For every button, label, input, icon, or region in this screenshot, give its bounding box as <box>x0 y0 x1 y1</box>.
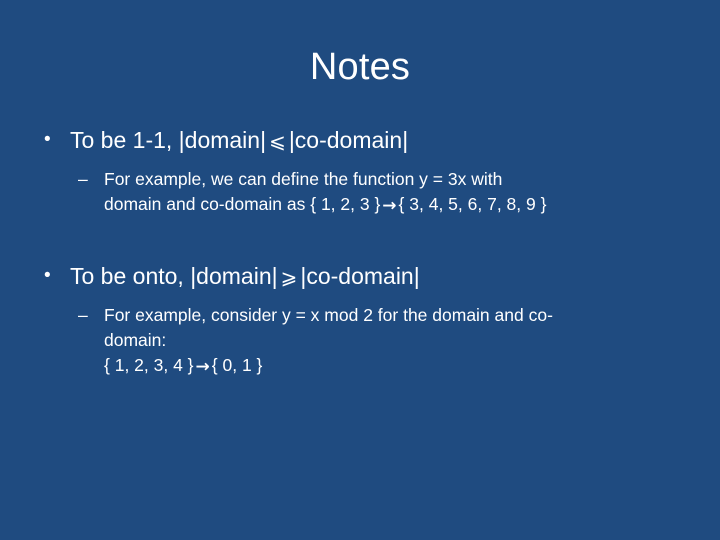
sub-bullet-line-3-before-arrow: { 1, 2, 3, 4 } <box>104 355 194 375</box>
sub-bullet-line-3-after-arrow: { 0, 1 } <box>211 355 263 375</box>
right-arrow-icon: → <box>382 196 397 216</box>
bullet-dot-icon: • <box>44 129 51 150</box>
bullet-text-part2: |co-domain| <box>300 263 420 289</box>
bullet-level1-to-be-1-1: • To be 1-1, |domain| ⩽ |co-domain| <box>30 124 695 157</box>
sub-bullet-line-2-before-arrow: domain and co-domain as { 1, 2, 3 } <box>104 194 381 214</box>
bullet-dot-icon: • <box>44 265 51 286</box>
bullet-text-part2: |co-domain| <box>288 127 409 153</box>
bullet-level2-example-3x: – For example, we can define the functio… <box>30 167 695 192</box>
bullet-level2-example-mod2-line2: domain: <box>30 328 695 353</box>
less-than-or-equal-symbol: ⩽ <box>269 129 286 153</box>
right-arrow-icon: → <box>195 357 210 377</box>
slide-body: • To be 1-1, |domain| ⩽ |co-domain| – For … <box>30 124 695 379</box>
bullet-level2-example-mod2: – For example, consider y = x mod 2 for … <box>30 303 695 328</box>
sub-bullet-line-1: For example, we can define the function … <box>104 169 503 189</box>
bullet-level2-example-3x-line2: domain and co-domain as { 1, 2, 3 } →{ 3,… <box>30 192 695 218</box>
dash-marker-icon: – <box>78 169 88 189</box>
bullet-level1-to-be-onto: • To be onto, |domain| ⩾ |co-domain| <box>30 260 695 293</box>
greater-than-or-equal-symbol: ⩾ <box>280 265 298 289</box>
bullet-text-part1: To be onto, |domain| <box>70 263 278 289</box>
sub-bullet-line-2-after-arrow: { 3, 4, 5, 6, 7, 8, 9 } <box>398 194 547 214</box>
sub-bullet-line-2: domain: <box>104 330 167 350</box>
page-title: Notes <box>309 46 411 88</box>
dash-marker-icon: – <box>78 305 88 325</box>
bullet-level2-example-mod2-line3: { 1, 2, 3, 4 } →{ 0, 1 } <box>30 353 695 379</box>
slide: Notes • To be 1-1, |domain| ⩽ |co-domain| … <box>0 0 720 540</box>
bullet-text-part1: To be 1-1, |domain| <box>70 127 267 153</box>
spacer-between-sections <box>30 218 695 260</box>
sub-bullet-line-1: For example, consider y = x mod 2 for th… <box>104 305 553 325</box>
